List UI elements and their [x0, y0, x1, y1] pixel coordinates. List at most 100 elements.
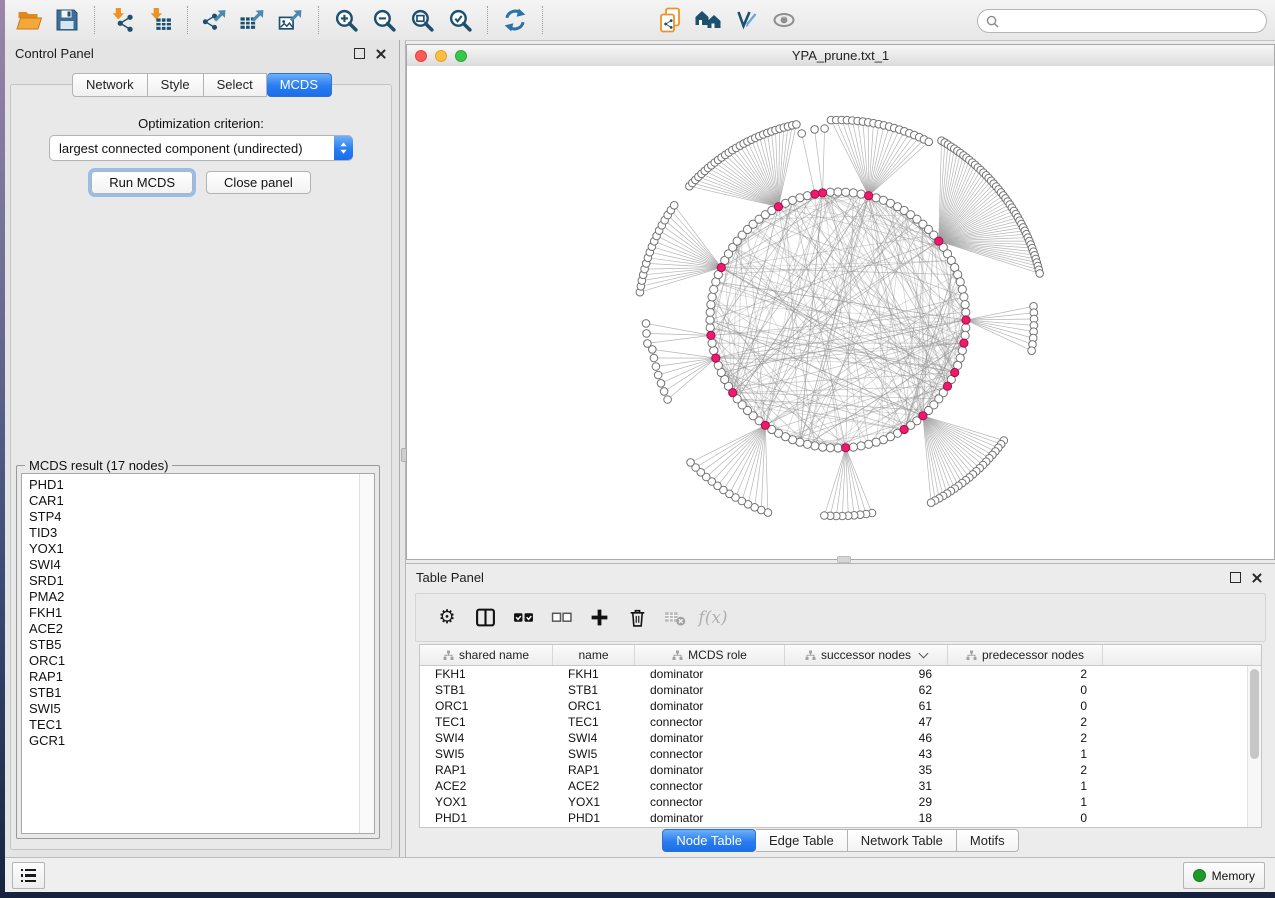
first-neighbors-icon[interactable]: [689, 4, 727, 36]
open-file-icon[interactable]: [10, 4, 48, 36]
mcds-result-item[interactable]: PHD1: [29, 477, 374, 493]
zoom-in-icon[interactable]: [327, 4, 365, 36]
vizmapper-icon[interactable]: [727, 4, 765, 36]
select-all-icon[interactable]: [504, 601, 542, 635]
zoom-out-icon[interactable]: [365, 4, 403, 36]
mcds-result-item[interactable]: RAP1: [29, 669, 374, 685]
horizontal-splitter-grip[interactable]: [837, 556, 851, 563]
zoom-fit-icon[interactable]: [403, 4, 441, 36]
column-header-name[interactable]: name: [553, 645, 635, 665]
table-cell: dominator: [635, 731, 785, 745]
deselect-all-icon[interactable]: [542, 601, 580, 635]
mcds-result-item[interactable]: GCR1: [29, 733, 374, 749]
table-cell: 29: [785, 795, 948, 809]
column-header-predecessor-nodes[interactable]: predecessor nodes: [948, 645, 1103, 665]
table-row[interactable]: YOX1YOX1connector291: [420, 794, 1261, 810]
node-table: shared namenameMCDS rolesuccessor nodesp…: [419, 644, 1262, 828]
export-network-icon[interactable]: [196, 4, 234, 36]
table-cell: STB1: [420, 683, 553, 697]
optimization-criterion-dropdown[interactable]: largest connected component (undirected): [49, 135, 353, 161]
search-input[interactable]: [1004, 13, 1258, 29]
tab-edge-table[interactable]: Edge Table: [756, 829, 848, 852]
split-panel-icon[interactable]: [466, 601, 504, 635]
mcds-result-items: PHD1CAR1STP4TID3YOX1SWI4SRD1PMA2FKH1ACE2…: [22, 477, 374, 749]
close-panel-button[interactable]: Close panel: [206, 171, 311, 194]
table-row[interactable]: RAP1RAP1dominator352: [420, 762, 1261, 778]
table-row[interactable]: STB1STB1dominator620: [420, 682, 1261, 698]
run-mcds-button[interactable]: Run MCDS: [91, 171, 193, 194]
tab-network-table[interactable]: Network Table: [848, 829, 957, 852]
table-row[interactable]: ACE2ACE2connector311: [420, 778, 1261, 794]
tab-motifs[interactable]: Motifs: [957, 829, 1019, 852]
table-cell: SWI4: [553, 731, 635, 745]
table-panel-float-button[interactable]: [1227, 570, 1243, 586]
tab-select[interactable]: Select: [204, 73, 267, 97]
mcds-result-item[interactable]: STB1: [29, 685, 374, 701]
mcds-result-item[interactable]: SWI4: [29, 557, 374, 573]
table-cell: connector: [635, 747, 785, 761]
mcds-list-scrollbar[interactable]: [359, 474, 374, 833]
export-image-icon[interactable]: [272, 4, 310, 36]
table-cell: 47: [785, 715, 948, 729]
table-cell: dominator: [635, 683, 785, 697]
toolbar-group: [98, 4, 184, 36]
network-view-canvas[interactable]: [407, 66, 1274, 559]
table-row[interactable]: SWI4SWI4dominator462: [420, 730, 1261, 746]
mcds-result-item[interactable]: SRD1: [29, 573, 374, 589]
list-icon: [21, 869, 37, 872]
refresh-icon[interactable]: [496, 4, 534, 36]
tab-mcds[interactable]: MCDS: [267, 73, 332, 97]
network-graph: [407, 66, 1274, 559]
zoom-selected-icon[interactable]: [441, 4, 479, 36]
mcds-result-item[interactable]: TID3: [29, 525, 374, 541]
column-header-filler: [1103, 645, 1261, 665]
clone-network-icon[interactable]: [651, 4, 689, 36]
table-row[interactable]: FKH1FKH1dominator962: [420, 666, 1261, 682]
table-row[interactable]: PHD1PHD1dominator180: [420, 810, 1261, 826]
search-icon: [986, 15, 999, 28]
add-column-icon[interactable]: [580, 601, 618, 635]
save-session-icon[interactable]: [48, 4, 86, 36]
show-hide-icon[interactable]: [765, 4, 803, 36]
table-scrollbar-thumb[interactable]: [1250, 669, 1259, 759]
control-panel-close-button[interactable]: [373, 46, 389, 62]
table-panel-close-button[interactable]: [1249, 570, 1265, 586]
mcds-result-item[interactable]: STB5: [29, 637, 374, 653]
table-scrollbar[interactable]: [1247, 666, 1261, 827]
import-network-icon[interactable]: [103, 4, 141, 36]
mcds-result-item[interactable]: YOX1: [29, 541, 374, 557]
table-row[interactable]: SWI5SWI5connector431: [420, 746, 1261, 762]
mcds-result-item[interactable]: CAR1: [29, 493, 374, 509]
control-panel-float-button[interactable]: [351, 46, 367, 62]
show-panels-button[interactable]: [12, 862, 45, 889]
mcds-result-item[interactable]: TEC1: [29, 717, 374, 733]
mcds-result-item[interactable]: PMA2: [29, 589, 374, 605]
mcds-result-list[interactable]: PHD1CAR1STP4TID3YOX1SWI4SRD1PMA2FKH1ACE2…: [21, 473, 375, 834]
network-window: YPA_prune.txt_1: [406, 44, 1275, 560]
table-panel-title: Table Panel: [416, 570, 1221, 585]
tab-style[interactable]: Style: [148, 73, 204, 97]
table-row[interactable]: ORC1ORC1dominator610: [420, 698, 1261, 714]
column-header-shared-name[interactable]: shared name: [420, 645, 553, 665]
mcds-result-item[interactable]: ORC1: [29, 653, 374, 669]
column-header-MCDS-role[interactable]: MCDS role: [635, 645, 785, 665]
export-table-icon[interactable]: [234, 4, 272, 36]
mcds-result-item[interactable]: ACE2: [29, 621, 374, 637]
mcds-result-item[interactable]: STP4: [29, 509, 374, 525]
column-header-successor-nodes[interactable]: successor nodes: [785, 645, 948, 665]
table-cell: connector: [635, 715, 785, 729]
table-cell: 43: [785, 747, 948, 761]
table-cell: 96: [785, 667, 948, 681]
settings-gear-icon[interactable]: ⚙: [428, 601, 466, 635]
network-window-titlebar: YPA_prune.txt_1: [407, 45, 1274, 67]
delete-table-icon: [656, 601, 694, 635]
tab-network[interactable]: Network: [72, 73, 148, 97]
network-window-title: YPA_prune.txt_1: [407, 48, 1274, 63]
table-row[interactable]: TEC1TEC1connector472: [420, 714, 1261, 730]
mcds-result-item[interactable]: FKH1: [29, 605, 374, 621]
memory-button[interactable]: Memory: [1183, 862, 1265, 889]
delete-column-icon[interactable]: [618, 601, 656, 635]
import-table-icon[interactable]: [141, 4, 179, 36]
mcds-result-item[interactable]: SWI5: [29, 701, 374, 717]
tab-node-table[interactable]: Node Table: [662, 829, 756, 852]
